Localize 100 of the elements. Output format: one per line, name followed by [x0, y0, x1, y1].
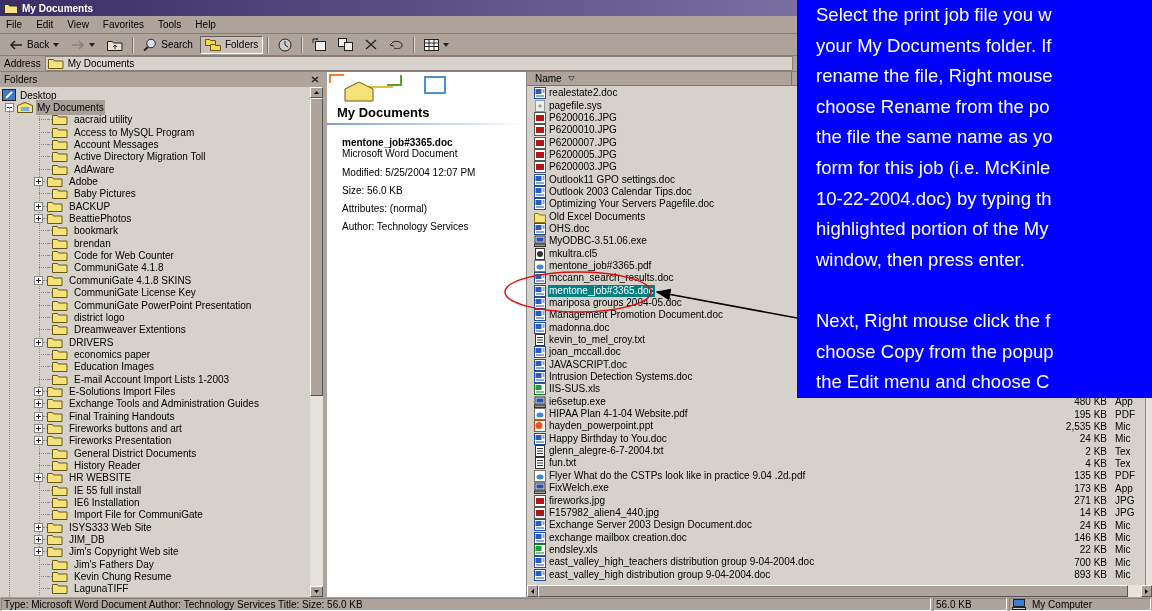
file-name[interactable]: Intrusion Detection Systems.doc [548, 371, 694, 384]
expand-toggle[interactable] [34, 201, 43, 211]
file-name[interactable]: FixWelch.exe [548, 482, 610, 495]
back-button[interactable]: Back [4, 35, 65, 54]
address-field[interactable]: My Documents [44, 56, 793, 71]
expand-toggle[interactable] [34, 436, 43, 446]
document-icon [534, 432, 546, 445]
file-name[interactable]: F157982_alien4_440.jpg [548, 506, 661, 519]
file-name[interactable]: MyODBC-3.51.06.exe [548, 235, 648, 248]
home-folder-icon [17, 102, 33, 113]
tree-item[interactable]: Desktop [19, 87, 58, 103]
image-icon [534, 124, 546, 137]
file-name[interactable]: Management Promotion Document.doc [548, 309, 724, 322]
tree-item[interactable]: IE6 Installation [73, 495, 141, 510]
caret-icon [443, 42, 450, 47]
tree-item[interactable]: History Reader [73, 458, 142, 473]
expand-toggle[interactable] [34, 535, 43, 545]
file-name[interactable]: Happy Birthday to You.doc [548, 432, 668, 445]
file-size: 135 KB [1074, 469, 1107, 484]
file-name[interactable]: kevin_to_mel_croy.txt [548, 334, 646, 347]
folder-icon [47, 385, 63, 397]
file-name[interactable]: Flyer What do the CSTPs look like in practice 9.04 .2d.pdf [548, 469, 807, 482]
file-name[interactable]: east_valley_high distribution group 9-04-2004.doc [548, 568, 772, 581]
expand-toggle[interactable] [34, 473, 43, 483]
file-name[interactable]: fun.txt [548, 457, 578, 470]
file-name[interactable]: east_valley_high_teachers distribution group 9-04-2004.doc [548, 556, 816, 569]
detail-text: Modified: 5/25/2004 12:07 PM [342, 167, 477, 178]
expand-toggle[interactable] [34, 275, 43, 285]
menu-item[interactable]: Help [195, 17, 216, 32]
folder-icon [47, 534, 63, 546]
pane-title: Folders [4, 73, 38, 87]
expand-toggle[interactable] [34, 399, 43, 409]
folder-icon [47, 398, 63, 410]
scroll-right-icon[interactable] [1145, 588, 1148, 594]
menu-item[interactable]: File [6, 17, 23, 32]
expand-toggle[interactable] [34, 177, 43, 187]
close-icon[interactable] [311, 76, 319, 83]
folder-icon [52, 373, 68, 385]
expand-toggle[interactable] [34, 337, 43, 347]
file-name[interactable]: Outlook11 GPO settings.doc [548, 173, 676, 186]
file-name[interactable]: hayden_powerpoint.ppt [548, 420, 654, 433]
file-name[interactable]: P6200010.JPG [548, 124, 618, 137]
file-name[interactable]: endsley.xls [548, 543, 599, 556]
scrollbar[interactable] [310, 87, 323, 597]
folder-icon [52, 188, 68, 200]
folder-icon [47, 435, 63, 447]
file-name[interactable]: Old Excel Documents [548, 210, 647, 223]
file-name[interactable]: pagefile.sys [548, 99, 603, 112]
expand-toggle[interactable] [34, 522, 43, 532]
document-icon [534, 222, 546, 235]
file-name[interactable]: madonna.doc [548, 321, 611, 334]
file-name[interactable]: IIS-SUS.xls [548, 383, 602, 396]
file-name[interactable]: exchange mailbox creation.doc [548, 531, 688, 544]
address-label: Address [4, 57, 41, 71]
folder-icon [52, 126, 68, 138]
file-name[interactable]: HIPAA Plan 4-1-04 Website.pdf [548, 408, 689, 421]
expand-toggle[interactable] [34, 423, 43, 433]
folders-button[interactable]: Folders [199, 35, 264, 54]
file-name[interactable]: Outlook 2003 Calendar Tips.doc [548, 185, 693, 198]
expand-toggle[interactable] [34, 386, 43, 396]
scroll-down-icon[interactable] [314, 590, 319, 593]
column-header[interactable]: Name [527, 72, 792, 85]
search-button[interactable]: Search [138, 35, 198, 54]
scroll-up-icon[interactable] [314, 91, 319, 94]
menu-item[interactable]: Edit [36, 17, 54, 32]
menu-item[interactable]: View [67, 17, 89, 32]
file-name[interactable]: glenn_alegre-6-7-2004.txt [548, 445, 665, 458]
folder-icon [4, 2, 18, 14]
expand-toggle[interactable] [34, 411, 43, 421]
file-name[interactable]: OHS.doc [548, 222, 591, 235]
file-name[interactable]: mentone_job#3365.pdf [548, 260, 653, 272]
file-name[interactable]: mkultra.cl5 [548, 247, 599, 260]
file-name[interactable]: joan_mccall.doc [548, 346, 622, 359]
menu-item[interactable]: Favorites [102, 17, 144, 32]
expand-toggle[interactable] [34, 214, 43, 224]
file-name[interactable]: Exchange Server 2003 Design Document.doc [548, 519, 753, 532]
scrollbar[interactable] [1145, 398, 1152, 585]
expand-toggle[interactable] [5, 103, 14, 112]
program-icon [534, 395, 546, 408]
file-name[interactable]: JAVASCRIPT.doc [548, 358, 628, 371]
file-type: Mic [1115, 419, 1132, 434]
caret-icon [53, 42, 60, 47]
file-name[interactable]: P6200003.JPG [548, 161, 618, 174]
file-name[interactable]: ie6setup.exe [548, 395, 607, 408]
file-name[interactable]: realestate2.doc [548, 87, 619, 100]
plus-icon [36, 277, 41, 283]
plus-icon [36, 475, 41, 481]
callout-text: 10-22-2004.doc) by typing th [816, 186, 1053, 211]
callout-text: window, then press enter. [816, 247, 1026, 272]
scroll-left-icon[interactable] [531, 588, 534, 594]
tree-item[interactable]: My Documents [36, 100, 105, 115]
menu-item[interactable]: Tools [158, 17, 182, 32]
file-name[interactable]: P6200005.JPG [548, 148, 618, 161]
file-name[interactable]: fireworks.jpg [548, 494, 607, 507]
file-name[interactable]: P6200007.JPG [548, 136, 618, 149]
file-name[interactable]: P6200016.JPG [548, 111, 618, 124]
expand-toggle[interactable] [34, 547, 43, 557]
file-name[interactable]: Optimizing Your Servers Pagefile.doc [548, 198, 716, 211]
scrollbar[interactable] [527, 585, 1152, 597]
document-icon [534, 284, 546, 297]
